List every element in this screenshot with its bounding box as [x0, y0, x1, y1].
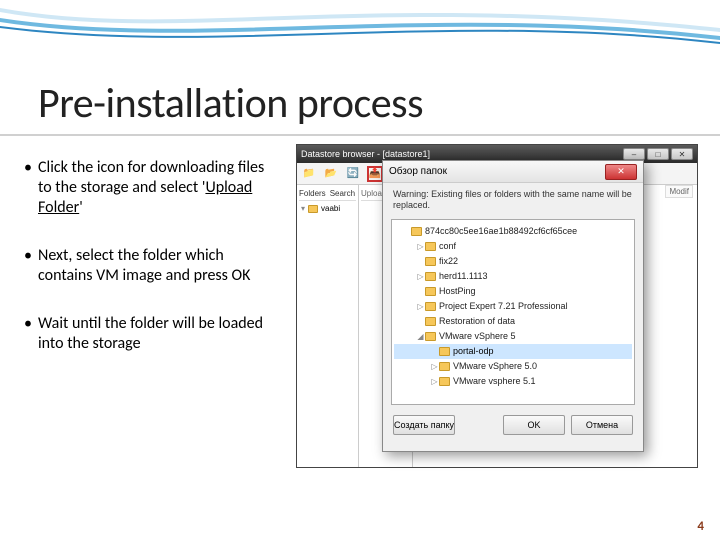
tree-row[interactable]: HostPing — [394, 284, 632, 299]
bullet-text: Wait until the folder will be loaded int… — [38, 314, 276, 354]
left-pane: Folders Search ▾vaabi — [297, 185, 359, 467]
tree-row-selected[interactable]: portal-odp — [394, 344, 632, 359]
refresh-icon[interactable]: 🔄 — [345, 166, 361, 182]
browse-folder-dialog: Обзор папок ✕ Warning: Existing files or… — [382, 160, 644, 452]
bullet-mark: • — [24, 314, 38, 354]
tree-row[interactable]: ▷VMware vsphere 5.1 — [394, 374, 632, 389]
tree-label: portal-odp — [453, 346, 494, 356]
dialog-button-row: Создать папку OK Отмена — [383, 407, 643, 443]
decorative-swoosh — [0, 0, 720, 50]
col-header-modified: Modif — [665, 185, 693, 198]
tab-search[interactable]: Search — [330, 189, 355, 198]
ok-button[interactable]: OK — [503, 415, 565, 435]
tree-row[interactable]: fix22 — [394, 254, 632, 269]
folder-icon — [439, 362, 450, 371]
folder-icon — [425, 302, 436, 311]
folder-item[interactable]: ▾vaabi — [299, 201, 356, 216]
screenshot-area: Datastore browser - [datastore1] – □ ✕ 📁… — [296, 144, 698, 468]
folder-icon — [425, 272, 436, 281]
folder-icon — [425, 287, 436, 296]
tree-row[interactable]: 874cc80c5ee16ae1b88492cf6cf65cee — [394, 224, 632, 239]
nav-up-icon[interactable]: 📂 — [323, 166, 339, 182]
folder-icon — [425, 257, 436, 266]
maximize-button[interactable]: □ — [647, 148, 669, 160]
tree-label: 874cc80c5ee16ae1b88492cf6cf65cee — [425, 226, 577, 236]
tree-row[interactable]: ▷conf — [394, 239, 632, 254]
title-underline — [0, 134, 720, 136]
tab-folders[interactable]: Folders — [299, 189, 326, 198]
dialog-close-button[interactable]: ✕ — [605, 164, 637, 180]
nav-back-icon[interactable]: 📁 — [301, 166, 317, 182]
folder-tree[interactable]: 874cc80c5ee16ae1b88492cf6cf65cee ▷conf f… — [391, 219, 635, 405]
folder-icon — [411, 227, 422, 236]
bullet-text: ' — [79, 198, 83, 217]
folder-icon — [425, 242, 436, 251]
tree-label: herd11.1113 — [439, 271, 488, 281]
page-title: Pre-installation process — [38, 78, 423, 129]
tree-label: VMware vSphere 5 — [439, 331, 516, 341]
folder-icon — [439, 377, 450, 386]
bullet-mark: • — [24, 246, 38, 286]
page-number: 4 — [697, 519, 704, 534]
dialog-warning: Warning: Existing files or folders with … — [383, 183, 643, 217]
close-button[interactable]: ✕ — [671, 148, 693, 160]
upload-icon[interactable]: 📤 — [367, 166, 383, 182]
folder-icon — [439, 347, 450, 356]
new-folder-button[interactable]: Создать папку — [393, 415, 455, 435]
tree-label: HostPing — [439, 286, 476, 296]
tree-label: Restoration of data — [439, 316, 515, 326]
bullet-item: • Click the icon for downloading files t… — [24, 158, 276, 218]
folder-icon — [308, 205, 318, 213]
minimize-button[interactable]: – — [623, 148, 645, 160]
tree-row[interactable]: Restoration of data — [394, 314, 632, 329]
bullet-item: • Wait until the folder will be loaded i… — [24, 314, 276, 354]
folder-icon — [425, 332, 436, 341]
cancel-button[interactable]: Отмена — [571, 415, 633, 435]
bullet-item: • Next, select the folder which contains… — [24, 246, 276, 286]
bullet-text: Next, select the folder which contains V… — [38, 246, 276, 286]
tree-label: Project Expert 7.21 Professional — [439, 301, 568, 311]
folder-label: vaabi — [321, 204, 340, 213]
window-title: Datastore browser - [datastore1] — [301, 149, 623, 159]
tree-label: VMware vSphere 5.0 — [453, 361, 537, 371]
tree-row[interactable]: ▷Project Expert 7.21 Professional — [394, 299, 632, 314]
tree-row[interactable]: ▷herd11.1113 — [394, 269, 632, 284]
folder-icon — [425, 317, 436, 326]
bullet-mark: • — [24, 158, 38, 218]
tree-row[interactable]: ◢VMware vSphere 5 — [394, 329, 632, 344]
tree-label: VMware vsphere 5.1 — [453, 376, 536, 386]
tree-label: fix22 — [439, 256, 458, 266]
dialog-title: Обзор папок — [389, 166, 605, 177]
dialog-titlebar: Обзор папок ✕ — [383, 161, 643, 183]
tree-label: conf — [439, 241, 456, 251]
tree-row[interactable]: ▷VMware vSphere 5.0 — [394, 359, 632, 374]
bullet-list: • Click the icon for downloading files t… — [24, 158, 276, 382]
